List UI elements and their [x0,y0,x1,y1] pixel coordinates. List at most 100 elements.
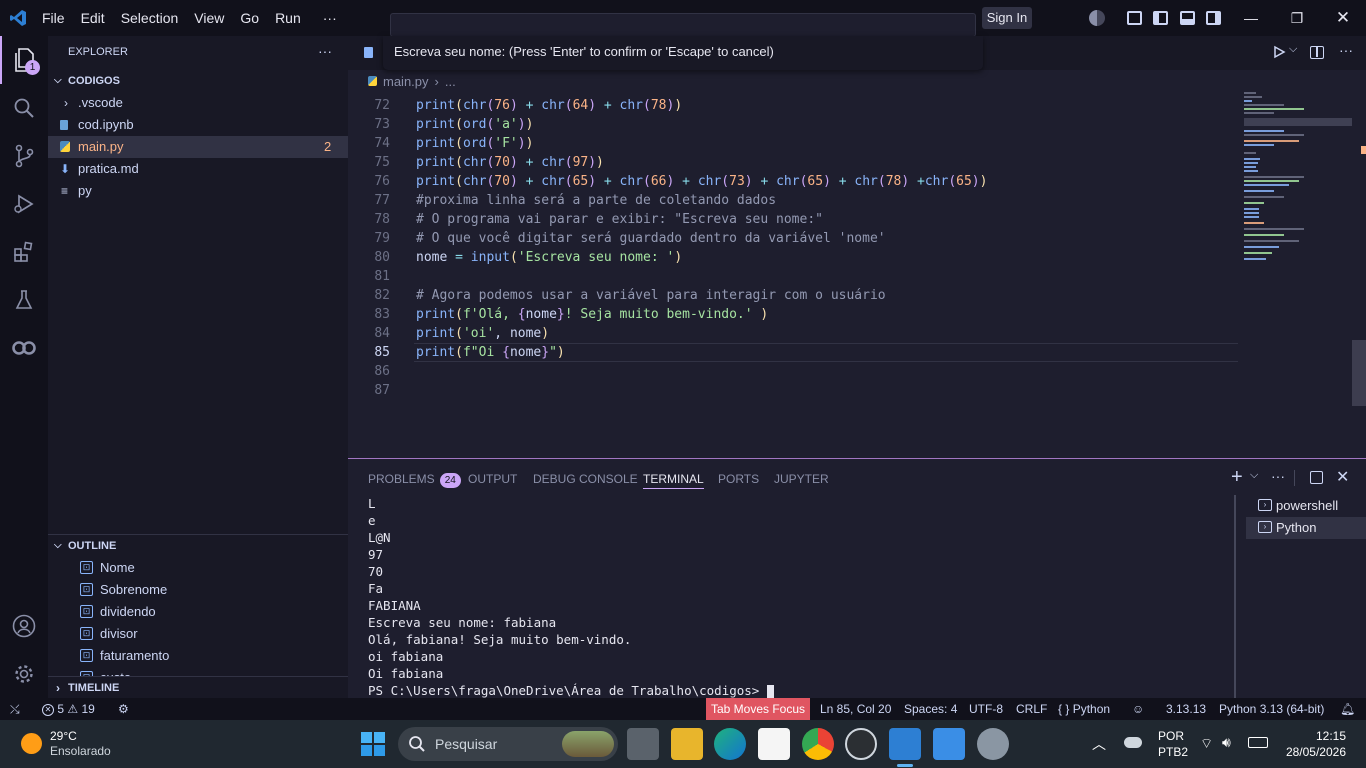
terminal-scrollbar[interactable] [1234,495,1236,699]
close-button[interactable]: ✕ [1320,0,1366,36]
toggle-secondary-sidebar-icon[interactable] [1206,11,1221,25]
command-center-input[interactable] [390,13,976,37]
account-icon[interactable] [0,602,48,650]
testing-icon[interactable] [0,276,48,324]
encoding[interactable]: UTF-8 [969,698,1003,720]
restore-button[interactable]: ❐ [1274,0,1320,36]
outline-item[interactable]: ⊡ faturamento [48,645,348,667]
settings-app-icon[interactable] [977,728,1009,760]
terminal-list-item-powershell[interactable]: › powershell [1246,495,1366,517]
explorer-icon[interactable] [0,36,48,84]
weather-sun-icon[interactable] [21,733,42,754]
maximize-panel-icon[interactable] [1310,471,1323,484]
tree-item-pratica-md[interactable]: ⬇ pratica.md [48,158,348,180]
outline-item[interactable]: ⊡ dividendo [48,601,348,623]
keyboard-language[interactable]: POR [1158,729,1184,743]
problems-status[interactable]: ✕ 5 ⚠ 19 [42,698,95,720]
weather-temperature[interactable]: 29°C [50,729,77,743]
clock-date[interactable]: 28/05/2026 [1284,745,1346,759]
terminal-list-item-python[interactable]: › Python [1246,517,1366,539]
code-area[interactable]: 72 print(chr(76) + chr(64) + chr(78)) 73 p… [348,93,1238,458]
panel-more-actions[interactable]: ··· [1271,468,1285,484]
outline-item[interactable]: ⊡ Sobrenome [48,579,348,601]
vscode-taskbar-icon[interactable] [889,728,921,760]
copilot-status-icon[interactable]: ☺ [1132,698,1144,720]
taskbar-search-box[interactable]: Pesquisar [398,727,618,761]
menu-more[interactable]: ··· [309,0,345,36]
editor-more-actions[interactable]: ··· [1339,42,1353,58]
run-dropdown-icon[interactable]: ⌵ [1289,43,1297,56]
menu-run[interactable]: Run [267,0,309,36]
new-terminal-plus-icon[interactable]: + [1231,466,1243,489]
microsoft-store-icon[interactable] [758,728,790,760]
wifi-icon[interactable]: ⌔ [1200,735,1213,753]
tree-item-py[interactable]: ≡ py [48,180,348,202]
toggle-panel-icon[interactable] [1180,11,1195,25]
notifications-bell-icon[interactable]: 🔔︎ [1340,698,1355,720]
outline-section-header[interactable]: ⌵ OUTLINE [48,535,348,557]
menu-selection[interactable]: Selection [113,0,187,36]
keyboard-layout[interactable]: PTB2 [1158,745,1188,759]
mail-icon[interactable] [933,728,965,760]
tree-item-main-py[interactable]: main.py 2 [48,136,348,158]
customize-layout-icon[interactable] [1127,11,1142,25]
sign-in-button[interactable]: Sign In [982,7,1032,29]
terminal-output[interactable]: L e L@N 97 70 Fa FABIANA Escreva seu nom… [348,495,1228,699]
line-ending[interactable]: CRLF [1016,698,1047,720]
tree-item-cod-ipynb[interactable]: cod.ipynb [48,114,348,136]
outline-item[interactable]: ⊡ Nome [48,557,348,579]
source-control-icon[interactable] [0,132,48,180]
search-icon[interactable] [0,84,48,132]
tab-problems[interactable]: PROBLEMS 24 [368,469,461,489]
minimize-button[interactable]: — [1228,0,1274,36]
folder-codigos[interactable]: ⌵ CODIGOS [48,70,348,92]
chrome-browser-icon[interactable] [802,728,834,760]
run-file-button[interactable] [1272,45,1286,62]
tree-item-vscode[interactable]: › .vscode [48,92,348,114]
toggle-sidebar-icon[interactable] [1153,11,1168,25]
clock-time[interactable]: 12:15 [1310,729,1346,743]
split-editor-icon[interactable] [1310,46,1324,59]
menu-go[interactable]: Go [232,0,267,36]
weather-condition[interactable]: Ensolarado [50,744,111,758]
indentation[interactable]: Spaces: 4 [904,698,957,720]
close-panel-icon[interactable]: ✕ [1336,467,1349,487]
tab-ports[interactable]: PORTS [718,469,759,489]
volume-icon[interactable]: 🔊︎ [1222,734,1231,751]
language-mode[interactable]: { } Python [1058,698,1110,720]
copilot-icon[interactable] [1089,10,1105,26]
dell-icon[interactable] [845,728,877,760]
edge-browser-icon[interactable] [714,728,746,760]
run-debug-icon[interactable] [0,180,48,228]
python-interpreter[interactable]: Python 3.13 (64-bit) [1219,698,1324,720]
settings-gear-icon[interactable] [0,650,48,698]
timeline-section-header[interactable]: › TIMELINE [48,677,348,699]
tab-jupyter[interactable]: JUPYTER [774,469,829,489]
menu-view[interactable]: View [186,0,232,36]
python-version[interactable]: 3.13.13 [1166,698,1206,720]
tab-output[interactable]: OUTPUT [468,469,517,489]
outline-item[interactable]: ⊡ divisor [48,623,348,645]
onedrive-cloud-icon[interactable] [1124,737,1142,748]
file-explorer-icon[interactable] [671,728,703,760]
tab-moves-focus-indicator[interactable]: Tab Moves Focus [706,698,810,720]
tab-terminal[interactable]: TERMINAL [643,469,704,489]
task-view-icon[interactable] [627,728,659,760]
minimap[interactable] [1244,92,1354,262]
remote-link-icon[interactable] [0,324,48,372]
tab-debug-console[interactable]: DEBUG CONSOLE [533,469,638,489]
remote-indicator-icon[interactable]: ⤯ [10,698,20,720]
terminal-dropdown-icon[interactable]: ⌵ [1250,469,1258,482]
start-windows-icon[interactable] [361,732,385,756]
menu-file[interactable]: File [34,0,73,36]
explorer-more-button[interactable]: ··· [318,43,332,59]
cursor-position[interactable]: Ln 85, Col 20 [820,698,891,720]
extensions-icon[interactable] [0,228,48,276]
debug-icon[interactable]: ⚙ [118,698,129,720]
tray-overflow-chevron-icon[interactable]: ︿ [1092,734,1106,754]
breadcrumb-more[interactable]: ... [445,74,456,89]
editor-scrollbar-thumb[interactable] [1352,340,1366,406]
menu-edit[interactable]: Edit [73,0,113,36]
breadcrumb-file[interactable]: main.py [383,74,429,89]
battery-icon[interactable] [1248,737,1268,748]
